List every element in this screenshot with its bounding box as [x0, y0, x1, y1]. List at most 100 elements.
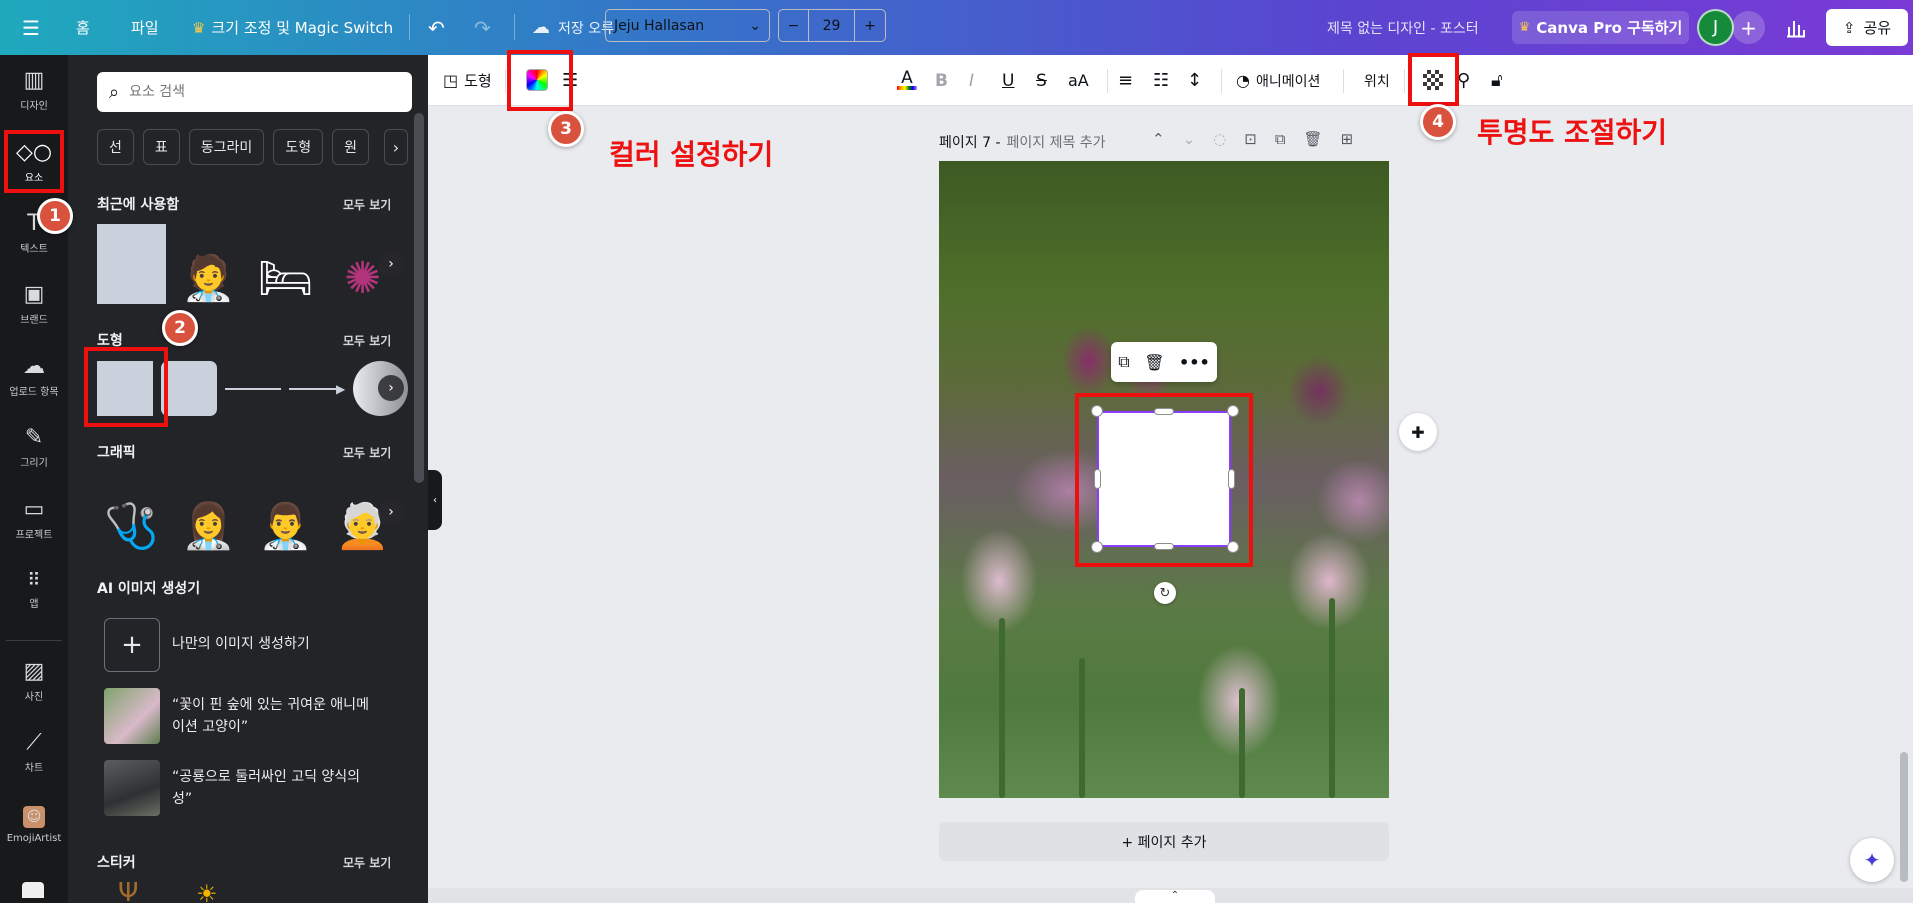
add-collaborator-icon[interactable]: + — [1732, 11, 1765, 44]
search-icon: ⌕ — [109, 81, 120, 103]
color-bar — [897, 86, 917, 90]
undo-icon[interactable]: ↶ — [428, 0, 445, 55]
search-box[interactable]: ⌕ — [97, 72, 412, 112]
rail-item-apps[interactable]: ⠿ 앱 — [0, 560, 68, 622]
recent-hospital-illustration[interactable]: 🛏 — [251, 224, 320, 304]
shape-swap-button[interactable]: ◳ 도형 — [443, 55, 492, 106]
stem — [1239, 688, 1245, 798]
rail-item-charts[interactable]: ⟋ 차트 — [0, 722, 68, 784]
page-title-input[interactable]: 페이지 제목 추가 — [1007, 132, 1106, 152]
rail-item-design[interactable]: ▥ 디자인 — [0, 60, 68, 122]
rail-label: EmojiArtist — [6, 833, 62, 844]
transparency-note: 투명도 조절하기 — [1477, 116, 1668, 149]
chip-table[interactable]: 표 — [142, 129, 180, 165]
font-size-value[interactable]: 29 — [809, 10, 855, 41]
decrease-size-button[interactable]: − — [779, 10, 809, 41]
resize-menu[interactable]: ♛ 크기 조정 및 Magic Switch — [192, 0, 393, 55]
rotate-icon[interactable]: ↻ — [1154, 582, 1176, 604]
delete-icon[interactable]: 🗑︎ — [1144, 353, 1164, 372]
castle-thumbnail[interactable] — [104, 760, 160, 816]
panel-scrollbar[interactable] — [414, 113, 424, 483]
antler-sticker[interactable]: Ψ — [118, 878, 138, 903]
add-comment-icon[interactable]: ✚ — [1399, 413, 1437, 451]
see-all-recent[interactable]: 모두 보기 — [343, 196, 391, 213]
graphic-medical-team[interactable]: 🩺 — [97, 472, 166, 552]
rail-item-uploads[interactable]: ☁ 업로드 항목 — [0, 346, 68, 408]
home-menu[interactable]: 홈 — [76, 0, 90, 55]
share-button[interactable]: ⇪ 공유 — [1826, 9, 1908, 46]
rail-item-projects[interactable]: ▭ 프로젝트 — [0, 489, 68, 551]
chip-round[interactable]: 원 — [332, 129, 369, 165]
align-center-icon[interactable]: ≡ — [1118, 55, 1133, 106]
search-input[interactable] — [129, 84, 370, 100]
list-icon[interactable]: ☷ — [1153, 55, 1169, 106]
lock-page-icon[interactable]: ⊡ — [1244, 130, 1257, 154]
position-button[interactable]: 위치 — [1364, 55, 1390, 106]
app-icon[interactable] — [22, 882, 44, 898]
file-menu[interactable]: 파일 — [131, 0, 159, 55]
see-all-graphics[interactable]: 모두 보기 — [343, 444, 391, 461]
ai-prompt-castle[interactable]: “공룡으로 둘러싸인 고딕 양식의 성” — [172, 766, 382, 810]
insights-icon[interactable] — [1786, 0, 1806, 55]
bold-icon[interactable]: B — [935, 55, 948, 106]
chip-shape[interactable]: 도형 — [273, 129, 324, 165]
ai-generate-button[interactable]: + — [104, 618, 160, 672]
add-page-icon[interactable]: ⊞ — [1341, 130, 1354, 154]
chip-line[interactable]: 선 — [97, 129, 134, 165]
underline-icon[interactable]: U — [1002, 55, 1014, 106]
chevron-up-icon[interactable]: ⌃ — [1152, 130, 1165, 154]
animate-label: 애니메이션 — [1255, 73, 1321, 90]
add-page-button[interactable]: + 페이지 추가 — [939, 822, 1389, 861]
recent-row: 🧑‍⚕️ 🛏 ✺ — [97, 224, 397, 304]
strikethrough-icon[interactable]: S — [1036, 55, 1047, 106]
menu-icon[interactable]: ☰ — [22, 0, 40, 55]
rail-item-photos[interactable]: ▨ 사진 — [0, 651, 68, 713]
italic-icon[interactable]: I — [969, 55, 974, 106]
cat-forest-thumbnail[interactable] — [104, 688, 160, 744]
magic-assistant-icon[interactable]: ✦ — [1850, 838, 1894, 882]
see-all-shapes[interactable]: 모두 보기 — [343, 332, 391, 349]
rail-item-brand[interactable]: ▣ 브랜드 — [0, 274, 68, 336]
line-spacing-icon[interactable]: ↕ — [1187, 55, 1202, 106]
rail-item-emojiartist[interactable]: ☺ EmojiArtist — [0, 794, 68, 856]
line-shape[interactable] — [225, 388, 281, 390]
see-all-stickers[interactable]: 모두 보기 — [343, 854, 391, 871]
collapse-panel-icon[interactable]: ‹ — [428, 470, 442, 530]
save-status[interactable]: ☁ 저장 오류 — [532, 0, 614, 55]
arrow-line-shape[interactable] — [289, 388, 341, 390]
chevron-right-icon[interactable]: › — [378, 375, 404, 401]
document-title[interactable]: 제목 없는 디자인 - 포스터 — [1327, 0, 1479, 55]
chevron-right-icon[interactable]: › — [378, 499, 404, 525]
chevron-down-icon[interactable]: ⌄ — [1183, 130, 1196, 154]
hide-page-icon[interactable]: ◌ — [1213, 130, 1226, 154]
canvas-scrollbar[interactable] — [1900, 752, 1908, 882]
chevron-up-icon[interactable]: ⌃ — [1135, 890, 1215, 903]
sun-sticker[interactable]: ☀ — [196, 880, 218, 903]
chevron-right-icon[interactable]: › — [384, 129, 408, 165]
increase-size-button[interactable]: + — [855, 10, 885, 41]
font-family-select[interactable]: Jeju Hallasan ⌄ — [605, 9, 770, 42]
recent-medical-illustration[interactable]: 🧑‍⚕️ — [174, 224, 243, 304]
text-color-button[interactable]: A — [897, 55, 917, 106]
rounded-square-shape[interactable] — [161, 361, 217, 416]
avatar[interactable]: J — [1697, 9, 1734, 46]
animate-button[interactable]: ◔ 애니메이션 — [1236, 55, 1320, 106]
redo-icon[interactable]: ↷ — [474, 0, 491, 55]
graphic-doctors[interactable]: 👨‍⚕️ — [251, 472, 320, 552]
letter-case-button[interactable]: aA — [1068, 55, 1089, 106]
font-size-stepper[interactable]: − 29 + — [778, 9, 886, 42]
canva-pro-button[interactable]: ♛ Canva Pro 구독하기 — [1512, 11, 1689, 44]
divider — [1107, 69, 1108, 93]
recent-square-shape[interactable] — [97, 224, 166, 304]
delete-page-icon[interactable]: 🗑︎ — [1304, 130, 1323, 154]
ai-generate-label[interactable]: 나만의 이미지 생성하기 — [172, 633, 310, 655]
duplicate-icon[interactable]: ⧉ — [1118, 352, 1129, 372]
more-icon[interactable]: ••• — [1179, 353, 1210, 372]
chevron-right-icon[interactable]: › — [378, 251, 404, 277]
chip-circle[interactable]: 동그라미 — [188, 129, 265, 165]
lock-icon[interactable]: 🔓︎ — [1491, 55, 1503, 106]
ai-prompt-cat[interactable]: “꽃이 핀 숲에 있는 귀여운 애니메이션 고양이” — [172, 694, 372, 738]
duplicate-page-icon[interactable]: ⧉ — [1275, 130, 1286, 154]
graphic-patient-care[interactable]: 👩‍⚕️ — [174, 472, 243, 552]
rail-item-draw[interactable]: ✎ 그리기 — [0, 417, 68, 479]
